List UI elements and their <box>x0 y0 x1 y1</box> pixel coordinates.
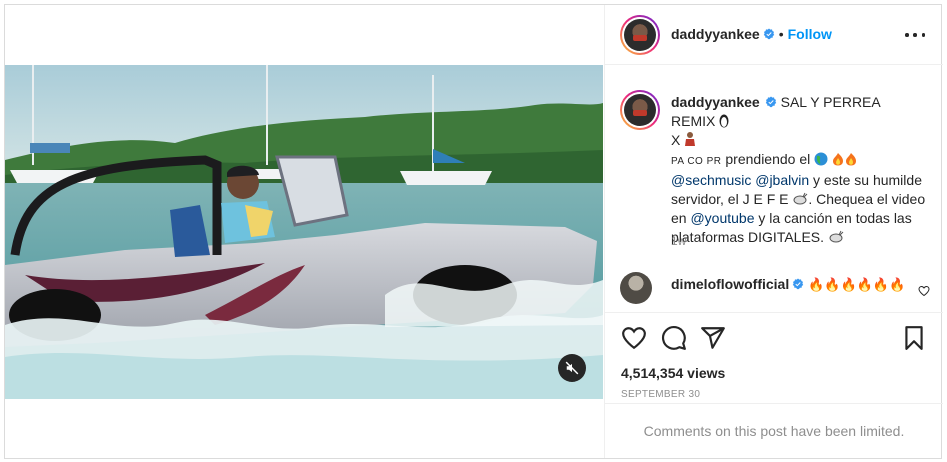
verified-badge-icon <box>792 278 804 290</box>
caption-pa-co-pr: PA CO PR <box>671 156 722 167</box>
more-options-icon[interactable] <box>905 27 925 43</box>
caption-x: X <box>671 132 681 148</box>
caption-text-1: prendiendo el <box>721 151 815 167</box>
separator-dot: • <box>778 26 784 42</box>
caption-author-avatar[interactable] <box>620 90 660 130</box>
post-time-ago[interactable]: 1w <box>671 234 686 248</box>
goat-emoji-icon <box>793 192 808 205</box>
post-actions: 4,514,354 views SEPTEMBER 30 <box>605 312 943 402</box>
post-caption: daddyyankee SAL Y PERREA REMIX X PA CO P… <box>671 93 927 247</box>
author-avatar[interactable] <box>620 15 660 55</box>
verified-badge-icon <box>763 28 774 40</box>
comments-limited-notice: Comments on this post have been limited. <box>605 403 943 458</box>
mute-toggle-button[interactable] <box>558 354 586 382</box>
instagram-post: daddyyankee • Follow daddyyankee SAL Y PER… <box>4 4 943 459</box>
heart-icon[interactable] <box>621 325 647 351</box>
comment-text: dimeloflowofficial 🔥🔥🔥🔥🔥🔥 <box>671 276 905 293</box>
person-emoji-icon <box>685 132 696 146</box>
post-header: daddyyankee • Follow <box>605 5 943 65</box>
comment-bubble-icon[interactable] <box>661 325 687 351</box>
goat-emoji-icon <box>829 230 844 243</box>
comment-heart-icon[interactable] <box>918 285 930 297</box>
author-username[interactable]: daddyyankee <box>671 26 760 42</box>
verified-badge-icon <box>765 96 776 108</box>
globe-emoji-icon <box>814 152 828 166</box>
video-frame-illustration <box>5 65 603 399</box>
commenter-username[interactable]: dimeloflowofficial <box>671 276 789 292</box>
speaker-muted-icon <box>565 361 579 375</box>
fire-emoji-icon <box>833 153 857 166</box>
bookmark-icon[interactable] <box>901 325 927 351</box>
paper-plane-icon[interactable] <box>700 325 726 351</box>
mention-jbalvin[interactable]: @jbalvin <box>755 172 809 188</box>
mention-sechmusic[interactable]: @sechmusic <box>671 172 751 188</box>
commenter-avatar[interactable] <box>620 272 652 304</box>
post-video[interactable] <box>5 65 603 399</box>
mention-youtube[interactable]: @youtube <box>690 210 754 226</box>
comment-fire-emojis: 🔥🔥🔥🔥🔥🔥 <box>808 278 906 293</box>
post-side-panel: daddyyankee • Follow daddyyankee SAL Y PER… <box>604 5 943 458</box>
comment-item: dimeloflowofficial 🔥🔥🔥🔥🔥🔥 <box>620 272 930 304</box>
caption-username[interactable]: daddyyankee <box>671 94 760 110</box>
follow-button[interactable]: Follow <box>788 26 832 42</box>
views-count[interactable]: 4,514,354 views <box>621 365 725 381</box>
post-date: SEPTEMBER 30 <box>621 389 701 400</box>
comments-section: daddyyankee SAL Y PERREA REMIX X PA CO P… <box>605 66 943 312</box>
penguin-emoji-icon <box>719 114 729 128</box>
